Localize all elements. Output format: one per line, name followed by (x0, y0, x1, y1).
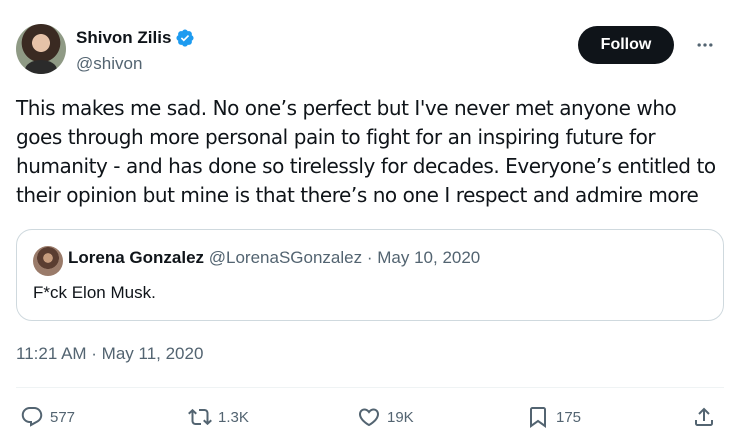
heart-icon (358, 408, 380, 427)
quoted-tweet-date[interactable]: · May 10, 2020 (367, 248, 480, 267)
author-name[interactable]: Shivon Zilis (76, 28, 171, 48)
reply-button[interactable]: 577 (20, 402, 75, 432)
quoted-author-avatar[interactable] (33, 246, 63, 276)
bookmark-button[interactable]: 175 (526, 402, 581, 432)
author-name-row: Shivon Zilis (76, 28, 195, 48)
actions-divider (16, 387, 724, 388)
reply-icon (21, 407, 43, 427)
more-options-button[interactable] (690, 30, 720, 60)
author-handle[interactable]: @shivon (76, 54, 142, 74)
reply-count: 577 (50, 408, 76, 426)
quoted-tweet-text: F*ck Elon Musk. (33, 283, 156, 302)
quoted-author-handle[interactable]: @LorenaSGonzalez (209, 248, 362, 267)
follow-button[interactable]: Follow (578, 26, 674, 64)
repost-button[interactable]: 1.3K (188, 402, 249, 432)
more-horizontal-icon (697, 43, 713, 47)
tweet-timestamp[interactable]: 11:21 AM · May 11, 2020 (16, 344, 203, 364)
bookmark-count: 175 (556, 408, 582, 426)
action-bar: 577 1.3K 19K 175 (16, 402, 720, 432)
quoted-tweet-header: Lorena Gonzalez @LorenaSGonzalez · May 1… (68, 248, 480, 268)
tweet-header: Shivon Zilis @shivon Follow (16, 24, 720, 76)
repost-count: 1.3K (218, 408, 249, 426)
like-count: 19K (387, 408, 414, 426)
tweet-text: This makes me sad. No one’s perfect but … (16, 96, 716, 207)
quoted-author-name[interactable]: Lorena Gonzalez (68, 248, 204, 267)
quoted-tweet[interactable]: Lorena Gonzalez @LorenaSGonzalez · May 1… (16, 229, 724, 321)
like-button[interactable]: 19K (357, 402, 414, 432)
verified-badge-icon[interactable] (175, 28, 195, 48)
author-avatar[interactable] (16, 24, 66, 74)
bookmark-icon (530, 407, 546, 428)
repost-icon (188, 408, 212, 426)
share-button[interactable] (692, 402, 716, 432)
share-icon (695, 407, 713, 426)
